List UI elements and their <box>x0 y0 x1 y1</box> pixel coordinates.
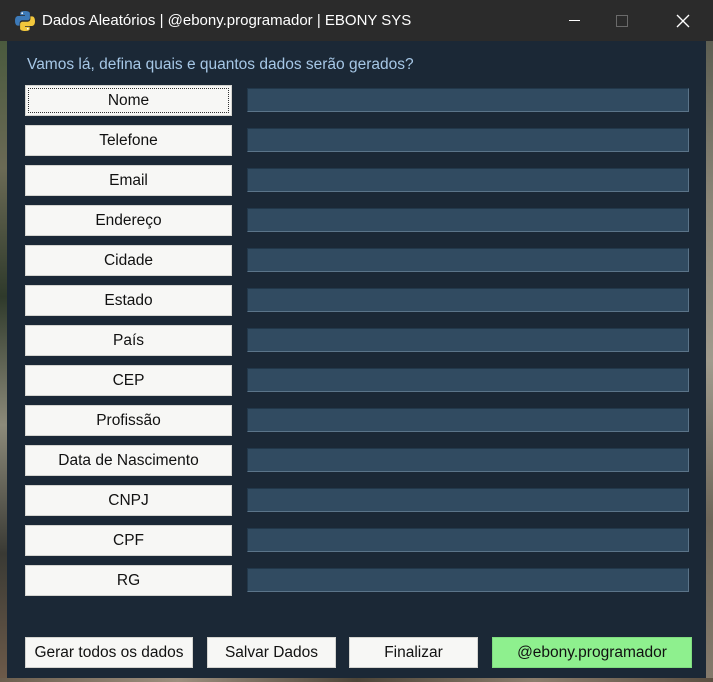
field-button-nome[interactable]: Nome <box>25 85 232 116</box>
prompt-text: Vamos lá, defina quais e quantos dados s… <box>27 56 414 73</box>
field-input-email[interactable] <box>247 168 689 192</box>
field-button-email[interactable]: Email <box>25 165 232 196</box>
field-button-estado[interactable]: Estado <box>25 285 232 316</box>
field-input-data-nascimento[interactable] <box>247 448 689 472</box>
field-input-cidade[interactable] <box>247 248 689 272</box>
finish-button[interactable]: Finalizar <box>349 637 478 668</box>
field-button-cep[interactable]: CEP <box>25 365 232 396</box>
field-input-rg[interactable] <box>247 568 689 592</box>
field-input-estado[interactable] <box>247 288 689 312</box>
app-window: Dados Aleatórios | @ebony.programador | … <box>0 0 713 682</box>
field-button-profissao[interactable]: Profissão <box>25 405 232 436</box>
title-bar[interactable]: Dados Aleatórios | @ebony.programador | … <box>0 0 713 41</box>
field-button-endereco[interactable]: Endereço <box>25 205 232 236</box>
field-input-nome[interactable] <box>247 88 689 112</box>
generate-all-button[interactable]: Gerar todos os dados <box>25 637 193 668</box>
handle-button[interactable]: @ebony.programador <box>492 637 692 668</box>
maximize-button[interactable] <box>599 0 645 41</box>
field-button-cidade[interactable]: Cidade <box>25 245 232 276</box>
field-button-telefone[interactable]: Telefone <box>25 125 232 156</box>
field-button-cnpj[interactable]: CNPJ <box>25 485 232 516</box>
field-input-cpf[interactable] <box>247 528 689 552</box>
python-icon <box>15 11 35 31</box>
field-input-endereco[interactable] <box>247 208 689 232</box>
window-title: Dados Aleatórios | @ebony.programador | … <box>42 12 412 29</box>
field-input-cep[interactable] <box>247 368 689 392</box>
main-panel: Vamos lá, defina quais e quantos dados s… <box>7 41 706 678</box>
field-button-cpf[interactable]: CPF <box>25 525 232 556</box>
desktop-background-bottom <box>0 678 713 682</box>
field-button-data-nascimento[interactable]: Data de Nascimento <box>25 445 232 476</box>
field-input-cnpj[interactable] <box>247 488 689 512</box>
field-button-pais[interactable]: País <box>25 325 232 356</box>
field-button-rg[interactable]: RG <box>25 565 232 596</box>
close-button[interactable] <box>660 0 706 41</box>
field-input-pais[interactable] <box>247 328 689 352</box>
minimize-button[interactable] <box>552 0 598 41</box>
field-input-telefone[interactable] <box>247 128 689 152</box>
field-input-profissao[interactable] <box>247 408 689 432</box>
save-data-button[interactable]: Salvar Dados <box>207 637 336 668</box>
close-icon <box>676 14 690 28</box>
